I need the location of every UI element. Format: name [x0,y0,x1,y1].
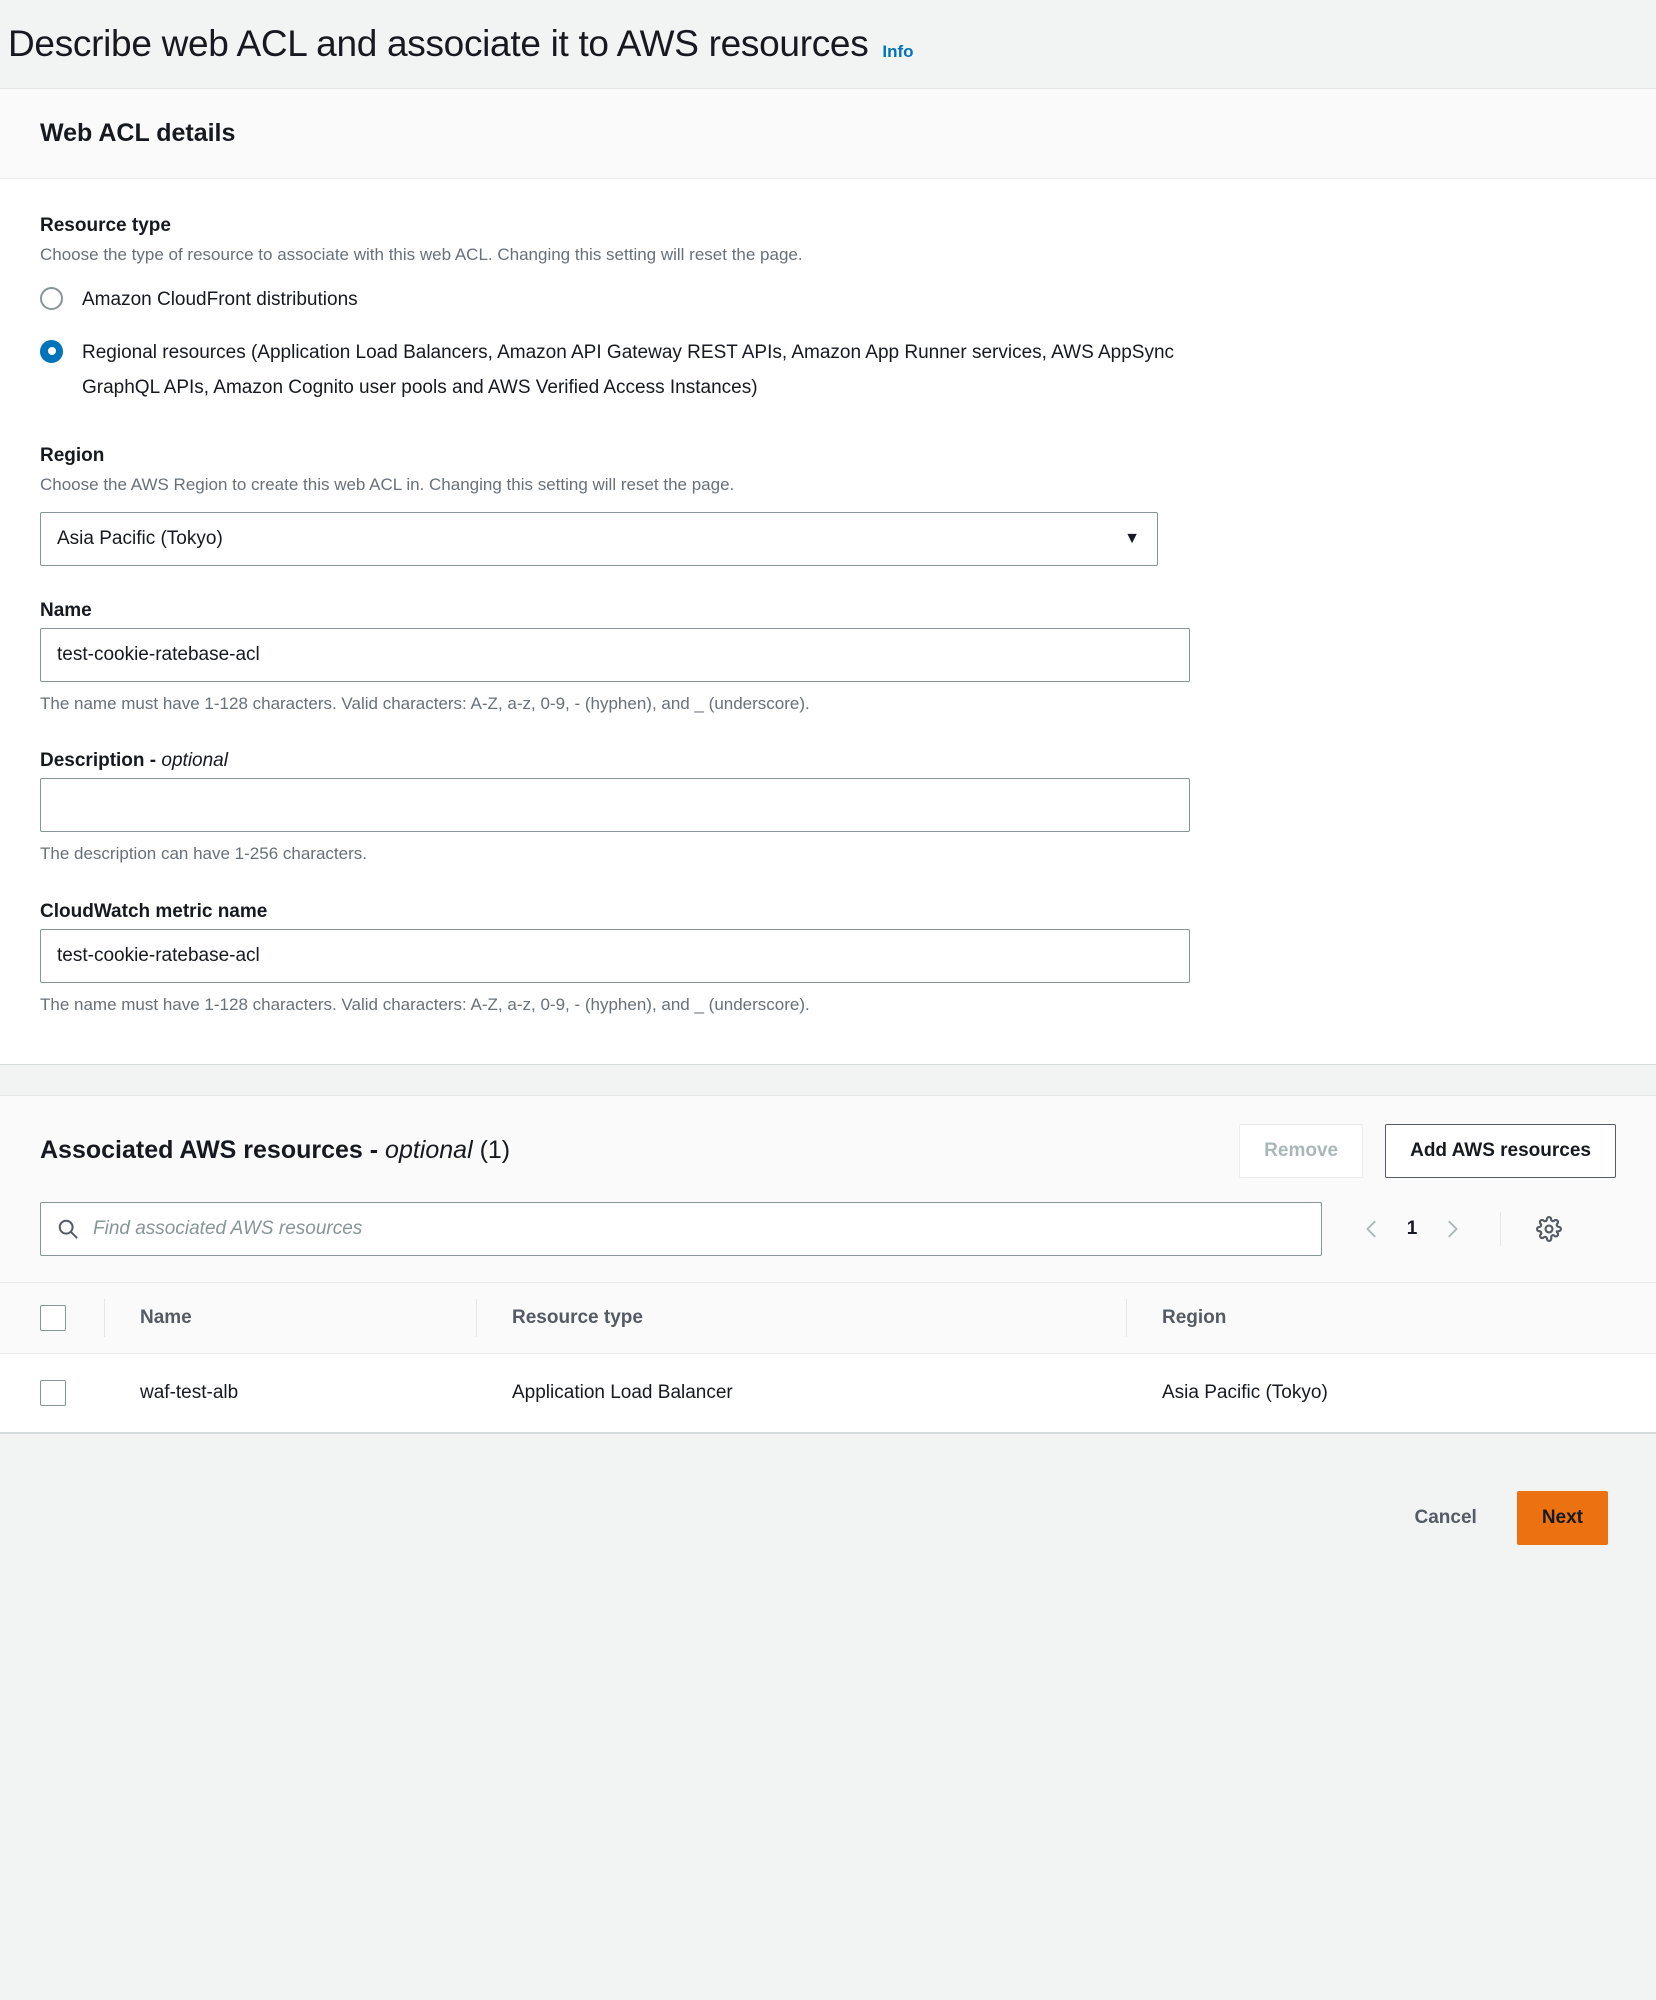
hint-description: The description can have 1-256 character… [40,844,367,864]
associated-resources-title-optional: optional [385,1136,473,1165]
description-region: Choose the AWS Region to create this web… [40,475,735,495]
hint-name: The name must have 1-128 characters. Val… [40,693,810,713]
field-name: Name The name must have 1-128 characters… [40,600,1616,717]
radio-label-regional: Regional resources (Application Load Bal… [82,341,1175,398]
description-resource-type: Choose the type of resource to associate… [40,245,803,264]
section-title-web-acl-details: Web ACL details [40,119,236,147]
cancel-button[interactable]: Cancel [1399,1491,1493,1545]
radio-icon-selected[interactable] [40,339,63,363]
table-header-row: Name Resource type Region [0,1281,1656,1354]
current-page-number[interactable]: 1 [1398,1218,1426,1240]
card-header: Web ACL details [0,89,1656,179]
chevron-left-icon [1366,1220,1376,1237]
description-input[interactable] [40,778,1190,833]
table-row[interactable]: waf-test-alb Application Load Balancer A… [0,1353,1656,1433]
table-body: waf-test-alb Application Load Balancer A… [0,1353,1656,1433]
region-select-value: Asia Pacific (Tokyo) [57,527,223,549]
field-resource-type: Resource type Choose the type of resourc… [40,215,1616,405]
cloudwatch-metric-name-input[interactable] [40,928,1190,983]
label-description-optional: optional [161,750,228,772]
table-cell-region: Asia Pacific (Tokyo) [1126,1353,1656,1433]
page-title: Describe web ACL and associate it to AWS… [8,22,869,64]
table-header-name[interactable]: Name [104,1281,476,1354]
pagination: 1 [1352,1209,1569,1249]
field-region: Region Choose the AWS Region to create t… [40,445,1616,566]
next-button[interactable]: Next [1516,1490,1608,1545]
associated-resources-header: Associated AWS resources - optional (1) … [0,1095,1656,1202]
radio-option-regional[interactable]: Regional resources (Application Load Bal… [40,335,1616,405]
region-select-wrapper: Asia Pacific (Tokyo) ▼ [40,511,1158,566]
table-cell-name: waf-test-alb [104,1353,476,1433]
section-gap [0,1064,1656,1095]
chevron-right-icon [1448,1220,1458,1237]
radio-label-cloudfront: Amazon CloudFront distributions [82,288,358,310]
select-all-checkbox[interactable] [40,1304,66,1331]
remove-button[interactable]: Remove [1239,1123,1364,1178]
label-region: Region [40,445,105,467]
page-header: Describe web ACL and associate it to AWS… [0,0,1656,88]
label-cloudwatch-metric-name: CloudWatch metric name [40,900,268,922]
label-name: Name [40,599,92,621]
associated-resources-title: Associated AWS resources - optional (1) [40,1136,510,1165]
table-cell-resource-type: Application Load Balancer [476,1353,1126,1433]
associated-resources-table: Name Resource type Region waf-test-alb A… [0,1281,1656,1433]
next-page-button[interactable] [1432,1209,1472,1249]
associated-resources-count: (1) [472,1136,511,1165]
previous-page-button[interactable] [1352,1209,1392,1249]
field-cloudwatch-metric-name: CloudWatch metric name The name must hav… [40,901,1616,1018]
label-description-text: Description - [40,750,162,772]
label-description: Description - optional [40,750,1616,772]
table-head: Name Resource type Region [0,1281,1656,1354]
search-input[interactable] [40,1201,1322,1256]
associated-resources-panel: Associated AWS resources - optional (1) … [0,1094,1656,1434]
search-wrapper [40,1201,1322,1256]
toolbar-divider [1500,1211,1501,1246]
region-select[interactable]: Asia Pacific (Tokyo) [40,511,1158,566]
card-body: Resource type Choose the type of resourc… [0,179,1656,1064]
info-link[interactable]: Info [882,42,913,62]
radio-icon-unselected[interactable] [40,286,63,310]
associated-resources-actions: Remove Add AWS resources [1239,1123,1616,1178]
name-input[interactable] [40,627,1190,682]
associated-resources-title-main: Associated AWS resources - [40,1136,386,1165]
hint-cloudwatch-metric-name: The name must have 1-128 characters. Val… [40,994,810,1014]
table-header-resource-type[interactable]: Resource type [476,1281,1126,1354]
field-description: Description - optional The description c… [40,750,1616,867]
page-root: Describe web ACL and associate it to AWS… [0,0,1656,2000]
add-aws-resources-button[interactable]: Add AWS resources [1385,1123,1616,1178]
gear-icon [1536,1215,1562,1242]
web-acl-details-card: Web ACL details Resource type Choose the… [0,88,1656,1065]
wizard-footer: Cancel Next [0,1433,1656,1602]
radio-option-cloudfront[interactable]: Amazon CloudFront distributions [40,282,1616,317]
preferences-button[interactable] [1529,1209,1569,1249]
table-header-select-all [0,1281,104,1354]
table-header-region[interactable]: Region [1126,1281,1656,1354]
label-resource-type: Resource type [40,215,171,236]
table-cell-select [0,1353,104,1433]
associated-resources-toolbar: 1 [0,1201,1656,1282]
row-checkbox[interactable] [40,1379,66,1406]
